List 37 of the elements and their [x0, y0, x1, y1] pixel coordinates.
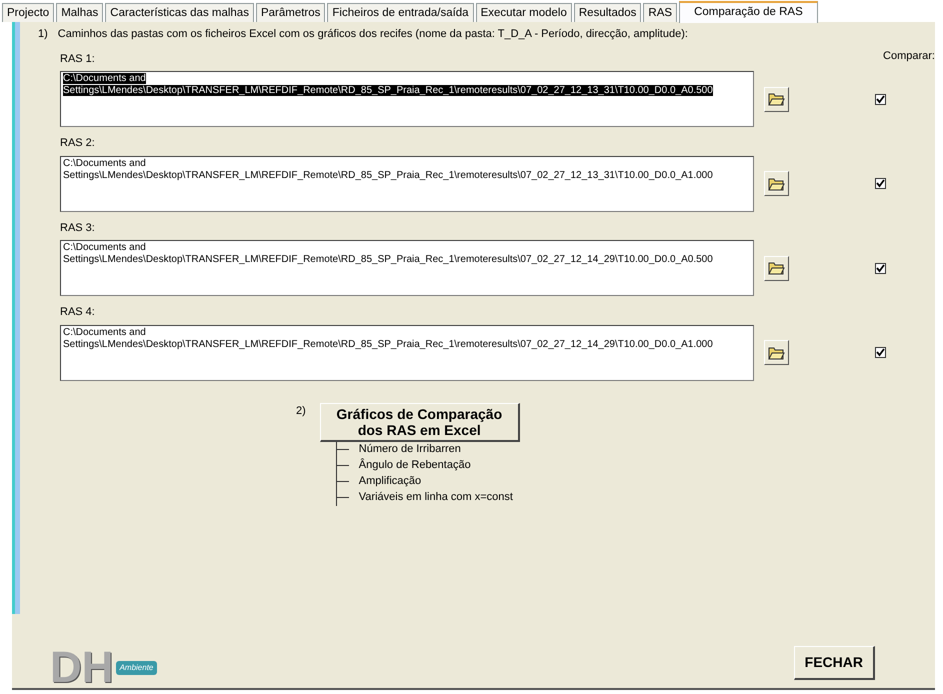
ras-label: RAS 1: [60, 52, 95, 66]
path-field[interactable]: C:\Documents and Settings\LMendes\Desktop\TRANSFER_LM\REFDIF_Remote\RD_85_SP_Praia_Rec_1\remoteresults\07_02_27_12_13_31\T10.00_D0.0_A0.500 [60, 71, 754, 127]
tab[interactable]: Malhas [56, 3, 104, 22]
ras-label: RAS 2: [60, 136, 95, 151]
compare-label: Comparar: [883, 49, 935, 64]
logo-letters: DH [50, 648, 114, 688]
logo-ribbon: Ambiente [116, 661, 158, 675]
step-number: 1) [38, 27, 48, 42]
tab[interactable]: Projecto [2, 3, 54, 22]
checkbox[interactable] [875, 347, 886, 358]
tab[interactable]: Comparação de RAS [679, 1, 818, 23]
path-field[interactable]: C:\Documents and Settings\LMendes\Desktop\TRANSFER_LM\REFDIF_Remote\RD_85_SP_Praia_Rec_1\remoteresults\07_02_27_12_14_29\T10.00_D0.0_A1.000 [60, 324, 754, 380]
tab[interactable]: Resultados [574, 3, 642, 22]
folder-icon[interactable] [764, 86, 789, 112]
tab[interactable]: Executar modelo [476, 3, 572, 22]
tab[interactable]: Características das malhas [105, 3, 254, 22]
step-number: 2) [296, 404, 306, 418]
tree-option[interactable]: Variáveis em linha com x=const [358, 489, 513, 506]
tree-option[interactable]: Ângulo de Rebentação [358, 457, 471, 474]
checkbox[interactable] [875, 262, 886, 274]
checkbox[interactable] [875, 178, 886, 189]
excel-charts-button[interactable]: Gráficos de Comparação dos RAS em Excel [320, 402, 520, 442]
ras-label: RAS 3: [60, 220, 95, 236]
ras-label: RAS 4: [60, 305, 95, 320]
tab[interactable]: Ficheiros de entrada/saída [327, 3, 474, 22]
checkbox[interactable] [875, 94, 886, 104]
tree-option[interactable]: Número de Irribarren [358, 441, 461, 458]
instruction-text: Caminhos das pastas com os ficheiros Excel com os gráficos dos recifes (nome da pasta: T_D_A - Período, direcção, amplitude): [58, 27, 688, 42]
folder-icon[interactable] [764, 340, 789, 365]
path-field[interactable]: C:\Documents and Settings\LMendes\Desktop\TRANSFER_LM\REFDIF_Remote\RD_85_SP_Praia_Rec_1\remoteresults\07_02_27_12_14_29\T10.00_D0.0_A0.500 [60, 240, 754, 296]
tab[interactable]: Parâmetros [256, 3, 326, 22]
path-field[interactable]: C:\Documents and Settings\LMendes\Desktop\TRANSFER_LM\REFDIF_Remote\RD_85_SP_Praia_Rec_1\remoteresults\07_02_27_12_13_31\T10.00_D0.0_A1.000 [60, 156, 754, 212]
folder-icon[interactable] [764, 256, 789, 280]
tree-option[interactable]: Amplificação [358, 473, 422, 490]
close-button[interactable]: FECHAR [794, 646, 875, 680]
folder-icon[interactable] [764, 171, 789, 196]
tab[interactable]: RAS [643, 3, 678, 22]
